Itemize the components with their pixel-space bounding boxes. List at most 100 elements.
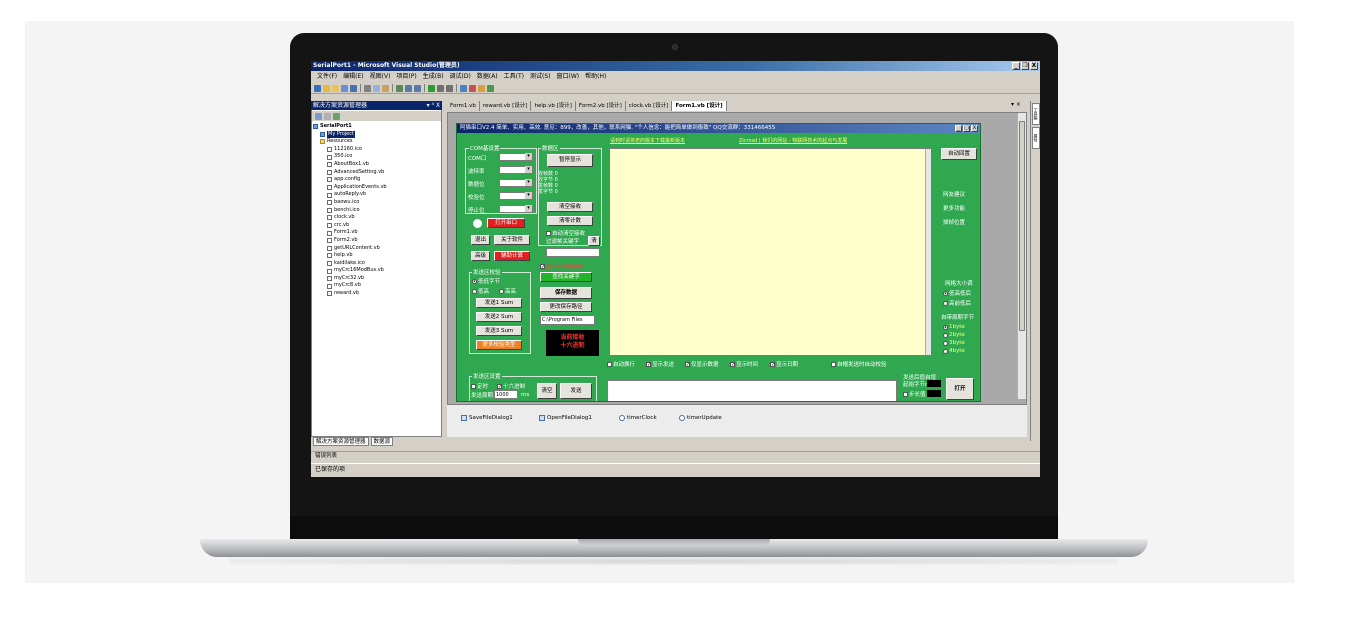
- parity-select[interactable]: [499, 192, 533, 200]
- find-keyword-button[interactable]: 查找关键字: [540, 272, 592, 282]
- panel-pin-controls[interactable]: ▾ ⁴ X: [427, 101, 440, 110]
- clear-count-button[interactable]: 清零计数: [547, 216, 593, 226]
- tree-item[interactable]: myCrc8.vb: [313, 282, 440, 290]
- tree-item[interactable]: Form2.vb: [313, 237, 440, 245]
- tree-item[interactable]: myCrc16ModBus.vb: [313, 267, 440, 275]
- tab-help-design[interactable]: help.vb [设计]: [531, 101, 576, 111]
- properties-icon[interactable]: [315, 112, 322, 120]
- tree-item[interactable]: 350.ico: [313, 153, 440, 161]
- tree-item[interactable]: Resources: [313, 138, 440, 146]
- send-button[interactable]: 发送: [560, 383, 592, 399]
- tree-item[interactable]: app.config: [313, 176, 440, 184]
- radio-4byte[interactable]: 4byte: [943, 348, 965, 354]
- tree-item[interactable]: 112160.ico: [313, 146, 440, 154]
- timer-send-checkbox[interactable]: 定时: [471, 382, 488, 390]
- more-features-link[interactable]: 更多功能: [943, 204, 965, 212]
- document-close-controls[interactable]: ▾ ×: [1011, 101, 1021, 108]
- tab-clock-design[interactable]: clock.vb [设计]: [626, 101, 673, 111]
- tree-item[interactable]: Form1.vb: [313, 229, 440, 237]
- tree-item[interactable]: clock.vb: [313, 214, 440, 222]
- minimize-button[interactable]: _: [1012, 62, 1020, 70]
- tab-form2-design[interactable]: Form2.vb [设计]: [576, 101, 626, 111]
- tray-timer-update[interactable]: timerUpdate: [679, 415, 722, 421]
- close-button[interactable]: X: [1030, 62, 1038, 70]
- undo-icon[interactable]: [405, 84, 412, 92]
- show-data-only-checkbox[interactable]: ✓ 仅显示数据: [685, 360, 719, 368]
- more-checksum-button[interactable]: 更多校验类型: [476, 340, 522, 350]
- send1-sum-button[interactable]: 发送1 Sum: [476, 298, 522, 308]
- filter-clear-button[interactable]: 清: [588, 236, 600, 246]
- advanced-button[interactable]: 高级: [471, 251, 490, 261]
- show-all-files-icon[interactable]: [324, 112, 331, 120]
- save-data-button[interactable]: 保存数据: [540, 287, 592, 299]
- pause-display-button[interactable]: 暂停显示: [547, 154, 593, 167]
- drop-frame-link[interactable]: 掉帧位置: [943, 218, 965, 226]
- menu-file[interactable]: 文件(F): [317, 72, 337, 82]
- exit-button[interactable]: 退出: [471, 235, 490, 245]
- menu-window[interactable]: 窗口(W): [557, 72, 580, 82]
- send3-sum-button[interactable]: 发送3 Sum: [476, 326, 522, 336]
- tree-item[interactable]: crc.vb: [313, 222, 440, 230]
- word-wrap-checkbox[interactable]: 自动换行: [607, 360, 635, 368]
- form-minimize-button[interactable]: _: [955, 125, 962, 132]
- increment-open-button[interactable]: 打开: [946, 378, 974, 400]
- tab-form1-code[interactable]: Form1.vb: [447, 101, 480, 111]
- auto-clear-checkbox[interactable]: 自动清空接收: [546, 229, 585, 237]
- menu-tools[interactable]: 工具(T): [504, 72, 524, 82]
- redo-icon[interactable]: [414, 84, 421, 92]
- send2-sum-button[interactable]: 发送2 Sum: [476, 312, 522, 322]
- start-byte-input[interactable]: [927, 380, 941, 387]
- form-close-button[interactable]: X: [971, 125, 978, 132]
- save-all-icon[interactable]: [350, 84, 357, 92]
- menu-project[interactable]: 项目(P): [396, 72, 416, 82]
- start-debug-icon[interactable]: [428, 84, 435, 92]
- menu-data[interactable]: 数据(A): [477, 72, 498, 82]
- stop-bits-select[interactable]: [499, 205, 533, 213]
- show-keyword-checkbox[interactable]: ✓ 显示接收关键字: [540, 262, 585, 270]
- add-item-icon[interactable]: [323, 84, 330, 92]
- tab-solution-explorer[interactable]: 解决方案资源管理器: [313, 437, 369, 446]
- tree-item[interactable]: benchi.ico: [313, 207, 440, 215]
- designer-vertical-scrollbar[interactable]: [1017, 113, 1026, 399]
- find-icon[interactable]: [460, 84, 467, 92]
- radio-low-first[interactable]: • 低高低后: [943, 289, 971, 297]
- radio-2byte[interactable]: 2byte: [943, 332, 965, 338]
- menu-build[interactable]: 生成(B): [423, 72, 444, 82]
- menu-edit[interactable]: 编辑(E): [343, 72, 363, 82]
- tab-data-sources[interactable]: 数据源: [370, 437, 394, 446]
- auto-scroll-button[interactable]: 自动回置: [941, 148, 977, 160]
- menu-test[interactable]: 测试(S): [530, 72, 551, 82]
- tray-save-dialog[interactable]: SaveFileDialog1: [461, 415, 513, 421]
- pause-icon[interactable]: [437, 84, 444, 92]
- filter-keyword-input[interactable]: [546, 248, 600, 257]
- menu-debug[interactable]: 调试(D): [450, 72, 471, 82]
- menu-view[interactable]: 视图(V): [370, 72, 391, 82]
- radio-3byte[interactable]: 3byte: [943, 340, 965, 346]
- cut-icon[interactable]: [364, 84, 371, 92]
- receive-scrollbar[interactable]: [925, 149, 931, 355]
- tab-form1-design[interactable]: Form1.vb [设计]: [672, 101, 727, 111]
- step-input[interactable]: [927, 390, 941, 397]
- error-list-tab[interactable]: 错误列表: [311, 451, 1040, 460]
- tab-reward-design[interactable]: reward.vb [设计]: [480, 101, 532, 111]
- tree-item[interactable]: ApplicationEvents.vb: [313, 184, 440, 192]
- baud-select[interactable]: [499, 166, 533, 174]
- tray-open-dialog[interactable]: OpenFileDialog1: [539, 415, 592, 421]
- show-date-checkbox[interactable]: ✓ 显示日期: [770, 360, 798, 368]
- feedback-link[interactable]: 网友建议: [943, 190, 965, 198]
- hex-send-checkbox[interactable]: ✓ 十六进制: [497, 382, 525, 390]
- solution-explorer-icon[interactable]: [469, 84, 476, 92]
- tree-item[interactable]: myCrc32.vb: [313, 275, 440, 283]
- tree-item[interactable]: getURLContent.vb: [313, 245, 440, 253]
- radio-low-high[interactable]: 低高: [472, 287, 489, 295]
- tree-item[interactable]: AboutBox1.vb: [313, 161, 440, 169]
- show-send-checkbox[interactable]: ✓ 显示发送: [646, 360, 674, 368]
- radio-1byte[interactable]: • 1byte: [943, 324, 965, 330]
- assist-calc-button[interactable]: 辅助计算: [494, 251, 530, 261]
- open-folder-icon[interactable]: [332, 84, 339, 92]
- open-port-button[interactable]: 打开串口: [487, 218, 525, 228]
- auto-checksum-checkbox[interactable]: 自帽发送时自动校验: [831, 360, 887, 368]
- radio-low-byte[interactable]: • 低低字节: [472, 277, 500, 285]
- radio-high-high[interactable]: 高高: [499, 287, 516, 295]
- tray-timer-clock[interactable]: timerClock: [619, 415, 657, 421]
